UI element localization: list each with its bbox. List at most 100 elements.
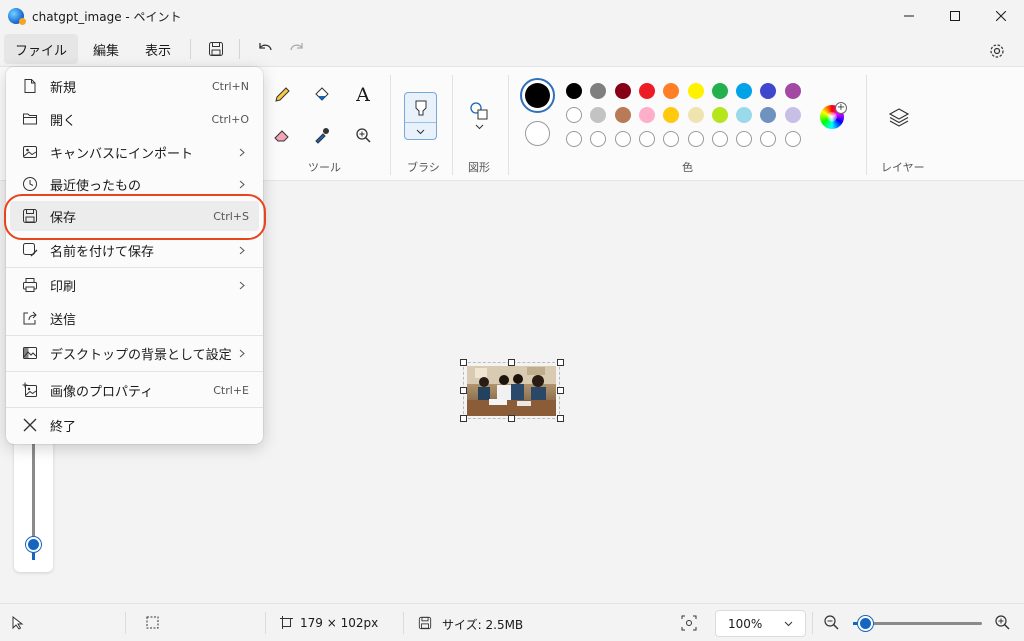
color-swatch[interactable] <box>566 83 582 99</box>
file-menu-exit[interactable]: 終了 <box>10 410 259 440</box>
canvas-image[interactable] <box>467 366 556 416</box>
file-menu-set-desktop-background[interactable]: デスクトップの背景として設定 <box>10 338 259 368</box>
file-menu-new[interactable]: 新規 Ctrl+N <box>10 71 259 101</box>
resize-handle-top-left[interactable] <box>460 359 467 366</box>
color-swatch[interactable] <box>736 131 753 147</box>
chevron-down-icon <box>416 129 425 134</box>
undo-icon <box>259 43 272 51</box>
file-menu-import-to-canvas[interactable]: キャンバスにインポート <box>10 137 259 167</box>
color-swatch[interactable] <box>590 107 607 123</box>
status-divider <box>812 612 813 634</box>
color-swatch[interactable] <box>663 131 680 147</box>
resize-handle-top[interactable] <box>508 359 515 366</box>
color-swatch[interactable] <box>736 83 753 99</box>
resize-handle-right[interactable] <box>557 387 564 394</box>
file-menu-share[interactable]: 送信 <box>10 303 259 333</box>
maximize-button[interactable] <box>932 0 978 32</box>
minimize-button[interactable] <box>886 0 932 32</box>
eraser-tool[interactable] <box>268 121 296 149</box>
zoom-slider-thumb[interactable] <box>858 616 873 631</box>
resize-handle-bottom[interactable] <box>508 415 515 422</box>
menu-item-label: デスクトップの背景として設定 <box>50 347 232 363</box>
zoom-out-button[interactable] <box>823 614 839 634</box>
color-swatch[interactable] <box>638 131 655 147</box>
color-swatch[interactable] <box>614 107 631 123</box>
color-swatch[interactable] <box>784 83 801 99</box>
redo-button[interactable] <box>282 34 312 64</box>
redo-icon <box>290 43 303 51</box>
color-swatch[interactable] <box>566 131 582 147</box>
zoom-in-button[interactable] <box>994 614 1010 634</box>
color-swatch[interactable] <box>687 107 704 123</box>
menu-item-label: 新規 <box>50 80 77 96</box>
quick-save-button[interactable] <box>201 34 231 64</box>
fill-tool[interactable] <box>308 81 336 109</box>
color-swatch[interactable] <box>638 83 655 99</box>
zoom-slider-track[interactable] <box>860 622 982 625</box>
save-icon <box>209 42 224 56</box>
brush-dropdown[interactable] <box>405 124 436 139</box>
shapes-dropdown[interactable] <box>465 119 493 135</box>
file-menu-image-properties[interactable]: 画像のプロパティ Ctrl+E <box>10 375 259 405</box>
color-swatch[interactable] <box>736 107 753 123</box>
import-image-icon <box>20 142 40 162</box>
title-bar: chatgpt_image - ペイント <box>0 0 1024 32</box>
chevron-right-icon <box>239 281 245 290</box>
brush-button[interactable] <box>404 92 437 140</box>
menu-divider <box>6 267 263 268</box>
new-file-icon <box>20 76 40 96</box>
color-swatch[interactable] <box>590 131 607 147</box>
settings-button[interactable] <box>982 36 1012 66</box>
magnifier-tool[interactable] <box>349 121 377 149</box>
fit-to-window-button[interactable] <box>681 615 697 635</box>
color-swatch[interactable] <box>687 131 704 147</box>
file-size: サイズ: 2.5MB <box>442 618 524 632</box>
close-window-button[interactable] <box>978 0 1024 32</box>
color-swatch[interactable] <box>614 83 631 99</box>
color-swatch[interactable] <box>638 107 655 123</box>
undo-button[interactable] <box>250 34 280 64</box>
color-picker-tool[interactable] <box>308 121 336 149</box>
save-as-icon <box>20 240 40 260</box>
color-swatch[interactable] <box>784 131 801 147</box>
menu-file[interactable]: ファイル <box>4 34 79 64</box>
share-icon <box>20 308 40 328</box>
color-swatch[interactable] <box>663 83 680 99</box>
menu-item-label: 送信 <box>50 312 77 328</box>
secondary-color-swatch[interactable] <box>525 121 550 146</box>
color-swatch[interactable] <box>566 107 582 123</box>
resize-handle-left[interactable] <box>460 387 467 394</box>
file-menu-print[interactable]: 印刷 <box>10 270 259 300</box>
menu-edit[interactable]: 編集 <box>82 34 130 64</box>
color-swatch[interactable] <box>760 107 777 123</box>
image-properties-icon <box>20 380 40 400</box>
color-swatch[interactable] <box>784 107 801 123</box>
brush-size-track <box>32 440 35 540</box>
zoom-level-dropdown[interactable]: 100% <box>715 610 806 637</box>
resize-handle-top-right[interactable] <box>557 359 564 366</box>
resize-handle-bottom-right[interactable] <box>557 415 564 422</box>
color-swatch[interactable] <box>614 131 631 147</box>
color-swatch[interactable] <box>711 131 728 147</box>
color-swatch[interactable] <box>590 83 607 99</box>
menu-divider <box>6 407 263 408</box>
layers-button[interactable] <box>885 103 913 131</box>
menu-item-shortcut: Ctrl+O <box>211 112 249 126</box>
color-swatch[interactable] <box>711 83 728 99</box>
color-swatch[interactable] <box>687 83 704 99</box>
status-divider <box>265 612 266 634</box>
close-icon <box>996 11 1006 21</box>
color-swatch[interactable] <box>711 107 728 123</box>
ribbon-divider <box>452 75 453 175</box>
pencil-tool[interactable] <box>268 81 296 109</box>
window-title: chatgpt_image - ペイント <box>32 9 182 24</box>
color-swatch[interactable] <box>760 131 777 147</box>
file-menu-open[interactable]: 開く Ctrl+O <box>10 104 259 134</box>
menu-view[interactable]: 表示 <box>134 34 182 64</box>
color-swatch[interactable] <box>663 107 680 123</box>
paint-bucket-icon <box>315 87 329 101</box>
color-swatch[interactable] <box>760 83 777 99</box>
brush-size-slider-thumb[interactable] <box>26 537 41 552</box>
resize-handle-bottom-left[interactable] <box>460 415 467 422</box>
text-tool[interactable]: A <box>349 81 377 109</box>
